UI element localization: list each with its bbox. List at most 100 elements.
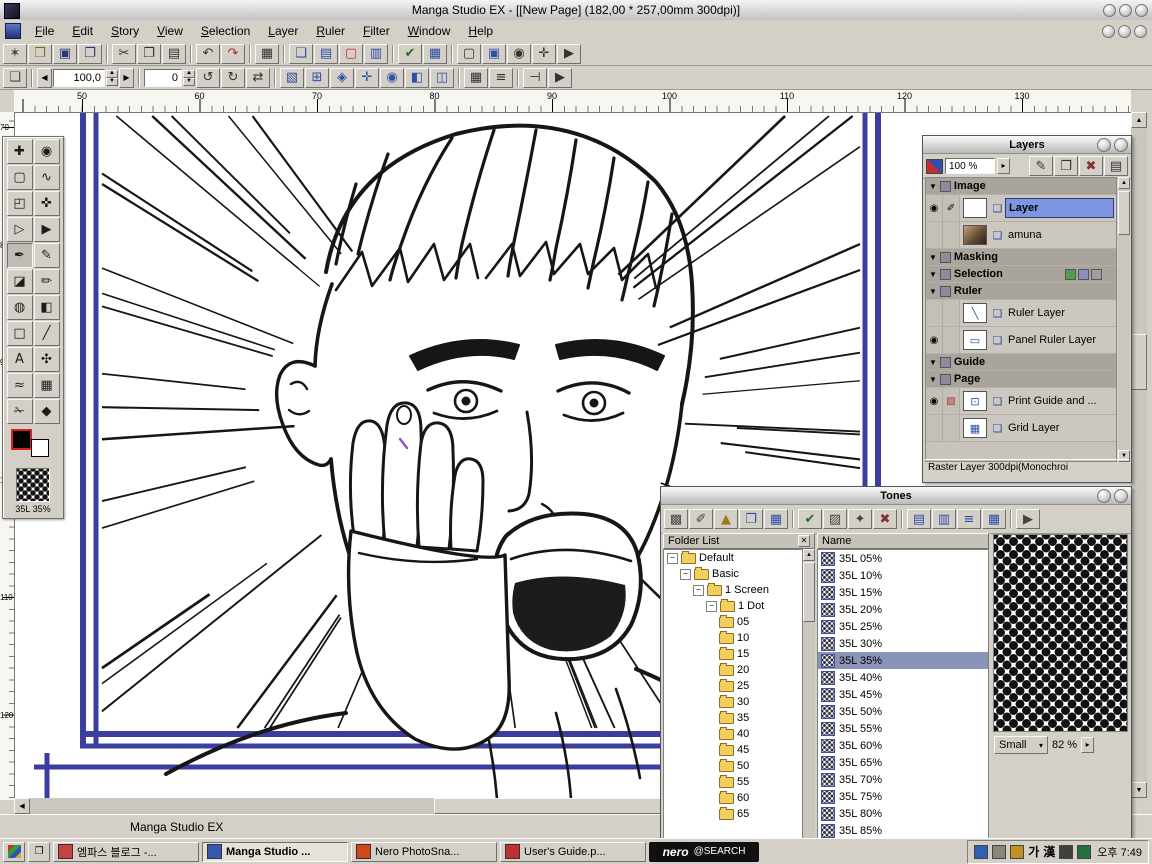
redo-button[interactable]: ↷ (221, 44, 245, 64)
tone-pattern-button[interactable]: ▩ (664, 509, 688, 529)
mdi-restore-button[interactable] (1118, 25, 1131, 38)
gradient-tool[interactable]: ◧ (34, 295, 60, 320)
zoom-tool[interactable]: ◉ (34, 139, 60, 164)
lasso-tool[interactable]: ∿ (34, 165, 60, 190)
tray-icon2-0[interactable] (1059, 845, 1073, 859)
collapse-icon[interactable]: ▼ (929, 287, 937, 296)
visibility-eye-icon[interactable]: ◉ (926, 195, 943, 221)
dropper-tool[interactable]: ◆ (34, 399, 60, 424)
grid-toggle-button[interactable]: ▦ (423, 44, 447, 64)
snap-focus-button[interactable]: ◉ (380, 68, 404, 88)
flip-horizontal-button[interactable]: ⇄ (246, 68, 270, 88)
search-button[interactable]: ◉ (507, 44, 531, 64)
layer-opacity-value[interactable]: 100 % (945, 158, 995, 174)
folder-20[interactable]: 20 (664, 662, 802, 678)
layer-row-panel-ruler-layer[interactable]: ◉▭❏Panel Ruler Layer (926, 327, 1116, 354)
folder-05[interactable]: 05 (664, 614, 802, 630)
tone-item-35l-45[interactable]: 35L 45% (818, 686, 988, 703)
view-lines-button[interactable]: ≡ (489, 68, 513, 88)
rotate-left-button[interactable]: ↺ (196, 68, 220, 88)
scroll-left-button[interactable]: ◀ (14, 798, 30, 814)
view-grid-button[interactable]: ▦ (764, 509, 788, 529)
expander-icon[interactable]: − (667, 553, 678, 564)
expander-icon[interactable]: − (693, 585, 704, 596)
rotation-input[interactable] (144, 69, 182, 87)
nero-search-widget[interactable]: nero @SEARCH (649, 842, 759, 862)
layers-scroll-thumb[interactable] (1118, 191, 1130, 235)
snap-frame-button[interactable]: ◫ (430, 68, 454, 88)
ime-hangul-indicator[interactable]: 가 (1028, 843, 1039, 860)
knife-tool[interactable]: ✁ (7, 399, 33, 424)
open-button[interactable]: ❒ (28, 44, 52, 64)
layer-row-ruler-layer[interactable]: ╲❏Ruler Layer (926, 300, 1116, 327)
tone-delete-button[interactable]: ✖ (873, 509, 897, 529)
ime-hanja-indicator[interactable]: 漢 (1043, 843, 1055, 860)
rotation-spin-down[interactable]: ▼ (183, 78, 195, 86)
folder-1-dot[interactable]: −1 Dot (664, 598, 802, 614)
menu-layer[interactable]: Layer (259, 21, 307, 41)
tone-item-35l-70[interactable]: 35L 70% (818, 771, 988, 788)
select-white-tool[interactable]: ▷ (7, 217, 33, 242)
menu-help[interactable]: Help (459, 21, 502, 41)
folder-scrollbar[interactable]: ▲ ▼ (803, 549, 815, 863)
expander-icon[interactable]: − (680, 569, 691, 580)
list-detail-button[interactable]: ▦ (982, 509, 1006, 529)
layer-section-masking[interactable]: ▼Masking (926, 249, 1116, 266)
collapse-icon[interactable]: ▼ (929, 375, 937, 384)
layer-name[interactable]: amuna (1005, 226, 1114, 244)
layer-properties-button[interactable]: ▤ (1104, 156, 1128, 176)
folder-30[interactable]: 30 (664, 694, 802, 710)
tone-item-35l-35[interactable]: 35L 35% (818, 652, 988, 669)
folder-scroll-thumb[interactable] (803, 562, 815, 622)
fill-tool[interactable]: ◍ (7, 295, 33, 320)
undo-button[interactable]: ↶ (196, 44, 220, 64)
move-tool[interactable]: ✜ (34, 191, 60, 216)
selection-mini-icon-0[interactable] (1065, 269, 1076, 280)
scroll-up-button[interactable]: ▲ (803, 549, 815, 561)
collapse-icon[interactable]: ▼ (929, 182, 937, 191)
menu-file[interactable]: File (26, 21, 63, 41)
lock-icon[interactable] (1097, 138, 1111, 152)
menu-edit[interactable]: Edit (63, 21, 102, 41)
mdi-close-button[interactable] (1134, 25, 1147, 38)
layer-new-button[interactable]: ✎ (1029, 156, 1053, 176)
folder-50[interactable]: 50 (664, 758, 802, 774)
visibility-eye-icon[interactable] (926, 415, 943, 441)
pan-tool[interactable]: ✚ (7, 139, 33, 164)
tone-item-35l-55[interactable]: 35L 55% (818, 720, 988, 737)
tone-item-35l-25[interactable]: 35L 25% (818, 618, 988, 635)
visibility-eye-icon[interactable]: ◉ (926, 388, 943, 414)
folder-65[interactable]: 65 (664, 806, 802, 822)
tone-item-35l-15[interactable]: 35L 15% (818, 584, 988, 601)
taskbar-item-user-s-guide-p[interactable]: User's Guide.p... (500, 842, 646, 862)
page-view-button[interactable]: ❏ (289, 44, 313, 64)
list-rows-button[interactable]: ≡ (957, 509, 981, 529)
two-page-view-button[interactable]: ▤ (314, 44, 338, 64)
horizontal-ruler[interactable]: 506070809010011012013014 (14, 90, 1131, 113)
close-button[interactable] (1135, 4, 1148, 17)
scroll-up-button[interactable]: ▲ (1118, 177, 1130, 189)
view-cards-button[interactable]: ❐ (739, 509, 763, 529)
save-button[interactable]: ▣ (53, 44, 77, 64)
selection-mini-icon-2[interactable] (1091, 269, 1102, 280)
layer-row-grid-layer[interactable]: ▦❏Grid Layer (926, 415, 1116, 442)
cut-button[interactable]: ✂ (112, 44, 136, 64)
export-button[interactable]: ▣ (482, 44, 506, 64)
snap-grid-button[interactable]: ⊞ (305, 68, 329, 88)
menu-selection[interactable]: Selection (192, 21, 259, 41)
current-tone-swatch[interactable] (16, 468, 50, 502)
folder-15[interactable]: 15 (664, 646, 802, 662)
layer-row-print-guide-and[interactable]: ◉▨⊡❏Print Guide and ... (926, 388, 1116, 415)
brush-tool[interactable]: ✣ (34, 347, 60, 372)
tray-icon-0[interactable] (974, 845, 988, 859)
tone-item-35l-30[interactable]: 35L 30% (818, 635, 988, 652)
layers-panel-titlebar[interactable]: Layers (923, 136, 1131, 154)
show-desktop-button[interactable]: ❐ (28, 842, 50, 862)
print-area-button[interactable]: ▢ (339, 44, 363, 64)
menu-filter[interactable]: Filter (354, 21, 399, 41)
start-button[interactable] (3, 842, 25, 862)
name-column-header[interactable]: Name (817, 533, 989, 549)
taskbar-item-nero-photosna[interactable]: Nero PhotoSna... (351, 842, 497, 862)
tone-item-35l-60[interactable]: 35L 60% (818, 737, 988, 754)
pattern-tool[interactable]: ▦ (34, 373, 60, 398)
